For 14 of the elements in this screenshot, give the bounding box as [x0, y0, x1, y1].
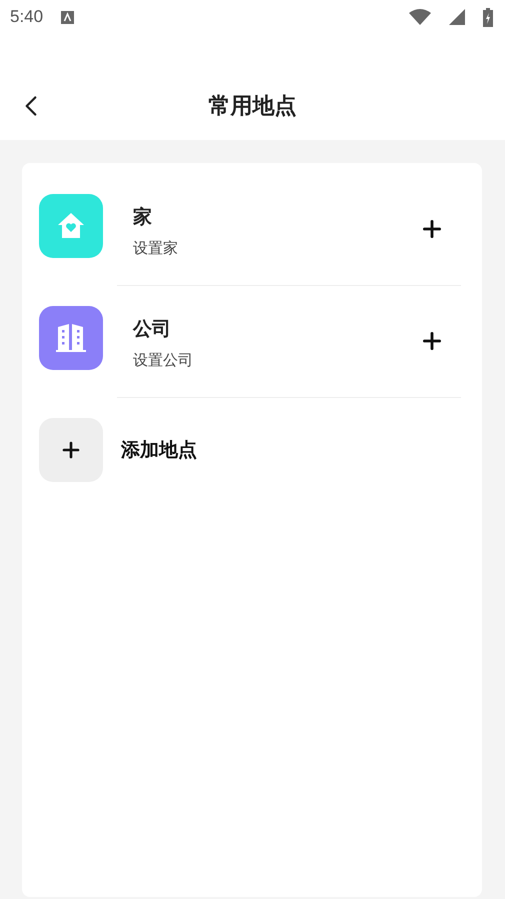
- battery-icon: [483, 8, 493, 26]
- status-time: 5:40: [10, 7, 44, 27]
- page-title: 常用地点: [208, 93, 296, 121]
- place-subtitle: 设置公司: [133, 351, 194, 370]
- house-heart-icon: [56, 211, 86, 241]
- place-name: 家: [133, 205, 153, 230]
- wifi-icon: [409, 9, 431, 25]
- notification-icon: [61, 10, 74, 24]
- place-subtitle: 设置家: [133, 239, 179, 258]
- building-icon: [55, 323, 87, 353]
- add-place-button[interactable]: [39, 418, 103, 482]
- place-name: 公司: [133, 317, 172, 342]
- signal-icon: [449, 9, 465, 25]
- add-place-label: 添加地点: [121, 438, 197, 463]
